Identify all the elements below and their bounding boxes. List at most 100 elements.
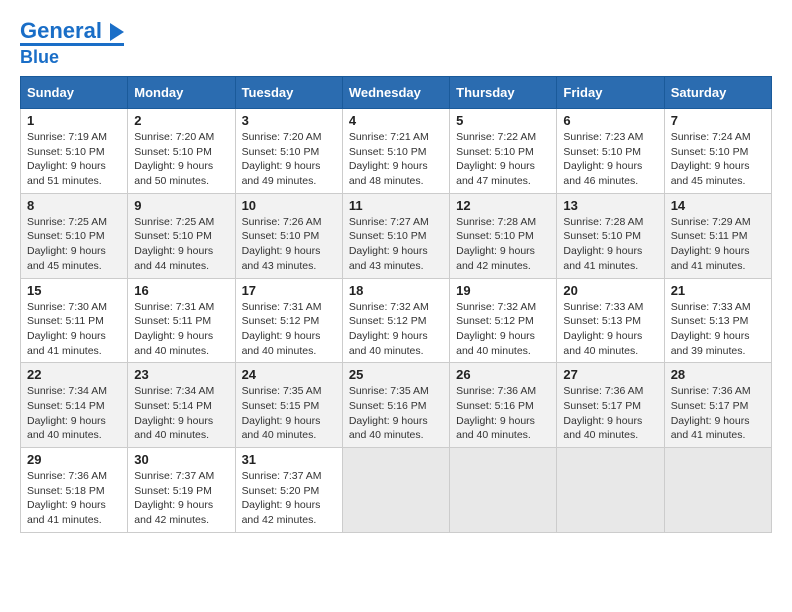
header-tuesday: Tuesday: [235, 77, 342, 109]
day-number: 2: [134, 113, 228, 128]
calendar-cell: 2Sunrise: 7:20 AMSunset: 5:10 PMDaylight…: [128, 109, 235, 194]
day-number: 24: [242, 367, 336, 382]
day-info: Sunrise: 7:32 AMSunset: 5:12 PMDaylight:…: [349, 301, 429, 357]
day-info: Sunrise: 7:19 AMSunset: 5:10 PMDaylight:…: [27, 131, 107, 187]
calendar-cell: 9 Sunrise: 7:25 AMSunset: 5:10 PMDaylight…: [128, 193, 235, 278]
calendar-cell: 17 Sunrise: 7:31 AMSunset: 5:12 PMDayligh…: [235, 278, 342, 363]
day-info: Sunrise: 7:21 AMSunset: 5:10 PMDaylight:…: [349, 131, 429, 187]
day-number: 7: [671, 113, 765, 128]
calendar-table: SundayMondayTuesdayWednesdayThursdayFrid…: [20, 76, 772, 533]
day-info: Sunrise: 7:26 AMSunset: 5:10 PMDaylight:…: [242, 216, 322, 272]
calendar-cell: 24 Sunrise: 7:35 AMSunset: 5:15 PMDayligh…: [235, 363, 342, 448]
day-number: 9: [134, 198, 228, 213]
calendar-cell: 19 Sunrise: 7:32 AMSunset: 5:12 PMDayligh…: [450, 278, 557, 363]
calendar-cell: 1 Sunrise: 7:19 AMSunset: 5:10 PMDaylight…: [21, 109, 128, 194]
calendar-cell: 14 Sunrise: 7:29 AMSunset: 5:11 PMDayligh…: [664, 193, 771, 278]
calendar-cell: 26Sunrise: 7:36 AMSunset: 5:16 PMDayligh…: [450, 363, 557, 448]
calendar-cell: 28 Sunrise: 7:36 AMSunset: 5:17 PMDayligh…: [664, 363, 771, 448]
day-info: Sunrise: 7:37 AMSunset: 5:19 PMDaylight:…: [134, 470, 214, 526]
day-number: 17: [242, 283, 336, 298]
calendar-cell: 16 Sunrise: 7:31 AMSunset: 5:11 PMDayligh…: [128, 278, 235, 363]
day-number: 23: [134, 367, 228, 382]
day-number: 3: [242, 113, 336, 128]
calendar-cell: 25 Sunrise: 7:35 AMSunset: 5:16 PMDayligh…: [342, 363, 449, 448]
logo-blue-text: Blue: [20, 47, 59, 68]
day-info: Sunrise: 7:36 AMSunset: 5:18 PMDaylight:…: [27, 470, 107, 526]
calendar-cell: [342, 448, 449, 533]
day-info: Sunrise: 7:25 AMSunset: 5:10 PMDaylight:…: [27, 216, 107, 272]
day-number: 22: [27, 367, 121, 382]
calendar-week-row: 22 Sunrise: 7:34 AMSunset: 5:14 PMDayligh…: [21, 363, 772, 448]
page-header: General Blue: [20, 20, 772, 68]
day-info: Sunrise: 7:22 AMSunset: 5:10 PMDaylight:…: [456, 131, 536, 187]
day-info: Sunrise: 7:31 AMSunset: 5:11 PMDaylight:…: [134, 301, 214, 357]
day-number: 20: [563, 283, 657, 298]
day-info: Sunrise: 7:37 AMSunset: 5:20 PMDaylight:…: [242, 470, 322, 526]
calendar-cell: 23 Sunrise: 7:34 AMSunset: 5:14 PMDayligh…: [128, 363, 235, 448]
logo: General Blue: [20, 20, 124, 68]
calendar-cell: 7 Sunrise: 7:24 AMSunset: 5:10 PMDaylight…: [664, 109, 771, 194]
header-saturday: Saturday: [664, 77, 771, 109]
calendar-cell: 27 Sunrise: 7:36 AMSunset: 5:17 PMDayligh…: [557, 363, 664, 448]
day-info: Sunrise: 7:34 AMSunset: 5:14 PMDaylight:…: [27, 385, 107, 441]
day-number: 16: [134, 283, 228, 298]
calendar-cell: 22 Sunrise: 7:34 AMSunset: 5:14 PMDayligh…: [21, 363, 128, 448]
day-info: Sunrise: 7:36 AMSunset: 5:17 PMDaylight:…: [671, 385, 751, 441]
calendar-week-row: 1 Sunrise: 7:19 AMSunset: 5:10 PMDaylight…: [21, 109, 772, 194]
calendar-cell: 15Sunrise: 7:30 AMSunset: 5:11 PMDayligh…: [21, 278, 128, 363]
day-info: Sunrise: 7:35 AMSunset: 5:15 PMDaylight:…: [242, 385, 322, 441]
day-number: 5: [456, 113, 550, 128]
calendar-week-row: 8 Sunrise: 7:25 AMSunset: 5:10 PMDaylight…: [21, 193, 772, 278]
day-info: Sunrise: 7:35 AMSunset: 5:16 PMDaylight:…: [349, 385, 429, 441]
calendar-week-row: 15Sunrise: 7:30 AMSunset: 5:11 PMDayligh…: [21, 278, 772, 363]
day-number: 28: [671, 367, 765, 382]
day-number: 1: [27, 113, 121, 128]
day-number: 27: [563, 367, 657, 382]
day-info: Sunrise: 7:23 AMSunset: 5:10 PMDaylight:…: [563, 131, 643, 187]
day-info: Sunrise: 7:25 AMSunset: 5:10 PMDaylight:…: [134, 216, 214, 272]
calendar-cell: 31 Sunrise: 7:37 AMSunset: 5:20 PMDayligh…: [235, 448, 342, 533]
day-number: 11: [349, 198, 443, 213]
day-info: Sunrise: 7:28 AMSunset: 5:10 PMDaylight:…: [456, 216, 536, 272]
day-number: 12: [456, 198, 550, 213]
calendar-cell: 21 Sunrise: 7:33 AMSunset: 5:13 PMDayligh…: [664, 278, 771, 363]
day-info: Sunrise: 7:20 AMSunset: 5:10 PMDaylight:…: [242, 131, 322, 187]
day-number: 19: [456, 283, 550, 298]
day-number: 31: [242, 452, 336, 467]
calendar-header-row: SundayMondayTuesdayWednesdayThursdayFrid…: [21, 77, 772, 109]
logo-text: General: [20, 20, 124, 42]
day-info: Sunrise: 7:27 AMSunset: 5:10 PMDaylight:…: [349, 216, 429, 272]
day-number: 10: [242, 198, 336, 213]
day-number: 8: [27, 198, 121, 213]
calendar-cell: 6Sunrise: 7:23 AMSunset: 5:10 PMDaylight…: [557, 109, 664, 194]
day-number: 30: [134, 452, 228, 467]
calendar-cell: 13Sunrise: 7:28 AMSunset: 5:10 PMDayligh…: [557, 193, 664, 278]
day-number: 25: [349, 367, 443, 382]
day-number: 21: [671, 283, 765, 298]
day-info: Sunrise: 7:31 AMSunset: 5:12 PMDaylight:…: [242, 301, 322, 357]
day-number: 18: [349, 283, 443, 298]
calendar-cell: [664, 448, 771, 533]
day-info: Sunrise: 7:33 AMSunset: 5:13 PMDaylight:…: [671, 301, 751, 357]
calendar-cell: 20 Sunrise: 7:33 AMSunset: 5:13 PMDayligh…: [557, 278, 664, 363]
calendar-cell: 4Sunrise: 7:21 AMSunset: 5:10 PMDaylight…: [342, 109, 449, 194]
calendar-cell: 18 Sunrise: 7:32 AMSunset: 5:12 PMDayligh…: [342, 278, 449, 363]
day-info: Sunrise: 7:28 AMSunset: 5:10 PMDaylight:…: [563, 216, 643, 272]
header-friday: Friday: [557, 77, 664, 109]
calendar-cell: 3 Sunrise: 7:20 AMSunset: 5:10 PMDaylight…: [235, 109, 342, 194]
day-info: Sunrise: 7:33 AMSunset: 5:13 PMDaylight:…: [563, 301, 643, 357]
day-info: Sunrise: 7:32 AMSunset: 5:12 PMDaylight:…: [456, 301, 536, 357]
calendar-cell: 11 Sunrise: 7:27 AMSunset: 5:10 PMDayligh…: [342, 193, 449, 278]
header-wednesday: Wednesday: [342, 77, 449, 109]
day-number: 14: [671, 198, 765, 213]
day-info: Sunrise: 7:36 AMSunset: 5:17 PMDaylight:…: [563, 385, 643, 441]
calendar-cell: 30 Sunrise: 7:37 AMSunset: 5:19 PMDayligh…: [128, 448, 235, 533]
day-info: Sunrise: 7:34 AMSunset: 5:14 PMDaylight:…: [134, 385, 214, 441]
day-info: Sunrise: 7:29 AMSunset: 5:11 PMDaylight:…: [671, 216, 751, 272]
day-number: 15: [27, 283, 121, 298]
header-sunday: Sunday: [21, 77, 128, 109]
day-info: Sunrise: 7:24 AMSunset: 5:10 PMDaylight:…: [671, 131, 751, 187]
header-monday: Monday: [128, 77, 235, 109]
calendar-cell: 12 Sunrise: 7:28 AMSunset: 5:10 PMDayligh…: [450, 193, 557, 278]
calendar-cell: 5 Sunrise: 7:22 AMSunset: 5:10 PMDaylight…: [450, 109, 557, 194]
